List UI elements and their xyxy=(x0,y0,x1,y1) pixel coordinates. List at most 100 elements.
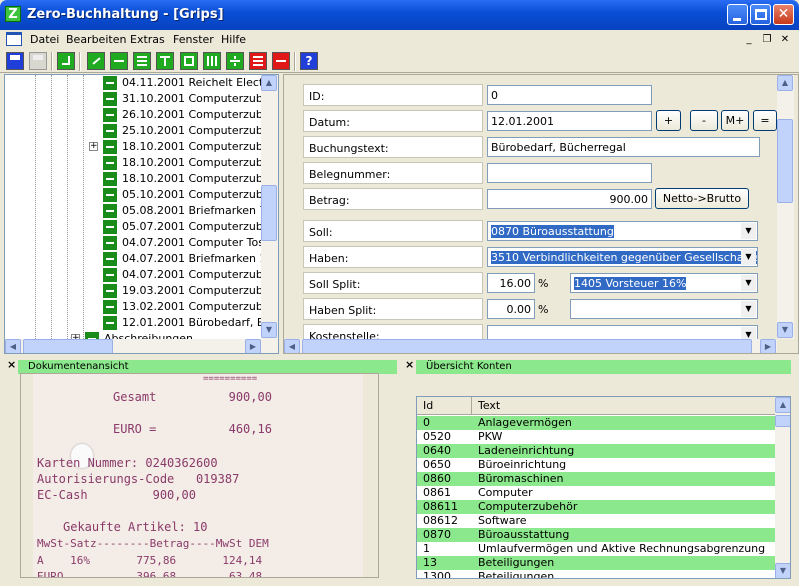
menu-fenster[interactable]: Fenster xyxy=(173,33,214,46)
tree-row[interactable]: 13.02.2001 Computerzubeh xyxy=(5,299,277,315)
scroll-up-icon[interactable]: ▲ xyxy=(775,397,790,413)
tree-row[interactable]: 05.08.2001 Briefmarken 7,2 xyxy=(5,203,277,219)
maximize-button[interactable] xyxy=(750,4,771,25)
close-button[interactable]: ✕ xyxy=(773,4,794,25)
menu-datei[interactable]: Datei xyxy=(30,33,59,46)
scroll-thumb[interactable] xyxy=(777,119,793,203)
buchungstext-field[interactable]: Bürobedarf, Bücherregal xyxy=(487,137,760,157)
id-field[interactable]: 0 xyxy=(487,85,652,105)
scroll-thumb[interactable] xyxy=(261,185,277,241)
date-mplus-button[interactable]: M+ xyxy=(721,110,749,131)
document-window-icon[interactable] xyxy=(6,32,22,46)
tree-row[interactable]: 04.11.2001 Reichelt Electror xyxy=(5,75,278,91)
minimize-button[interactable] xyxy=(727,4,748,25)
table-row[interactable]: 0 Anlagevermögen xyxy=(417,416,775,430)
tree-row[interactable]: 04.07.2001 Briefmarken 11, xyxy=(5,251,277,267)
list-icon[interactable] xyxy=(133,52,151,70)
remove-row-icon[interactable] xyxy=(110,52,128,70)
table-row[interactable]: 0860 Büromaschinen xyxy=(417,472,775,486)
belegnummer-field[interactable] xyxy=(487,163,652,183)
scroll-down-icon[interactable]: ▼ xyxy=(261,322,277,338)
table-row[interactable]: 0520 PKW xyxy=(417,430,775,444)
tree-row[interactable]: 18.10.2001 Computerzubeh xyxy=(5,171,277,187)
scroll-right-icon[interactable]: ▶ xyxy=(245,339,261,353)
chevron-down-icon[interactable]: ▼ xyxy=(741,249,756,265)
table-row[interactable]: 13 Beteiligungen xyxy=(417,556,775,570)
mdi-restore-icon[interactable]: ❐ xyxy=(760,33,774,46)
save-icon[interactable] xyxy=(6,52,24,70)
column-header-text[interactable]: Text xyxy=(478,399,500,412)
scroll-up-icon[interactable]: ▲ xyxy=(378,374,379,390)
date-minus-button[interactable]: - xyxy=(690,110,718,131)
tree-row[interactable]: 31.10.2001 Computerzubeh xyxy=(5,91,277,107)
booking-tree[interactable]: 04.11.2001 Reichelt Electror 31.10.2001 C… xyxy=(4,74,279,354)
chevron-down-icon[interactable]: ▼ xyxy=(741,301,756,317)
tree-horizontal-scrollbar[interactable]: ◀ ▶ xyxy=(5,339,278,353)
expand-icon[interactable]: + xyxy=(89,142,98,151)
soll-split-account-select[interactable]: 1405 Vorsteuer 16% ▼ xyxy=(570,273,758,293)
table-row[interactable]: 0861 Computer xyxy=(417,486,775,500)
frame-icon[interactable] xyxy=(180,52,198,70)
scroll-left-icon[interactable]: ◀ xyxy=(284,339,300,353)
help-icon[interactable]: ? xyxy=(300,52,318,70)
table-row[interactable]: 0650 Büroeinrichtung xyxy=(417,458,775,472)
betrag-field[interactable]: 900.00 xyxy=(487,189,652,209)
soll-select[interactable]: 0870 Büroausstattung ▼ xyxy=(487,221,758,241)
table-row[interactable]: 0870 Büroausstattung xyxy=(417,528,775,542)
scroll-up-icon[interactable]: ▲ xyxy=(261,75,277,91)
tree-row[interactable]: +18.10.2001 Computerzubeh xyxy=(5,139,277,155)
split-icon[interactable] xyxy=(226,52,244,70)
mdi-close-icon[interactable]: ✕ xyxy=(778,33,792,46)
menu-extras[interactable]: Extras xyxy=(130,33,165,46)
tree-row[interactable]: 04.07.2001 Computerzubeh xyxy=(5,267,277,283)
doc-vertical-scrollbar[interactable]: ▲ ▼ xyxy=(378,374,379,578)
scroll-down-icon[interactable]: ▼ xyxy=(777,322,793,338)
tree-row[interactable]: 18.10.2001 Computerzubeh xyxy=(5,155,277,171)
soll-split-field[interactable]: 16.00 xyxy=(487,273,535,293)
menu-hilfe[interactable]: Hilfe xyxy=(221,33,246,46)
table-row[interactable]: 0640 Ladeneinrichtung xyxy=(417,444,775,458)
scroll-right-icon[interactable]: ▶ xyxy=(760,339,776,353)
column-header-id[interactable]: Id xyxy=(423,399,433,412)
scroll-thumb[interactable] xyxy=(302,339,752,353)
tree-row[interactable]: 05.10.2001 Computerzubeh xyxy=(5,187,277,203)
accounts-vertical-scrollbar[interactable]: ▲ ▼ xyxy=(775,397,790,578)
date-equals-button[interactable]: = xyxy=(753,110,777,131)
form-horizontal-scrollbar[interactable]: ◀ ▶ xyxy=(284,339,777,353)
grid-icon[interactable] xyxy=(203,52,221,70)
scroll-up-icon[interactable]: ▲ xyxy=(777,75,793,91)
tree-row[interactable]: 26.10.2001 Computerzubeh xyxy=(5,107,277,123)
column-icon[interactable] xyxy=(156,52,174,70)
menu-bearbeiten[interactable]: Bearbeiten xyxy=(66,33,126,46)
chevron-down-icon[interactable]: ▼ xyxy=(741,223,756,239)
chevron-down-icon[interactable]: ▼ xyxy=(741,275,756,291)
delete-icon[interactable] xyxy=(272,52,290,70)
datum-field[interactable]: 12.01.2001 xyxy=(487,111,652,131)
scroll-thumb[interactable] xyxy=(775,415,790,427)
tree-row[interactable]: 19.03.2001 Computerzubeh xyxy=(5,283,277,299)
date-plus-button[interactable]: + xyxy=(656,110,681,131)
scroll-thumb[interactable] xyxy=(23,339,113,353)
table-row[interactable]: 08611 Computerzubehör xyxy=(417,500,775,514)
haben-split-account-select[interactable]: ▼ xyxy=(570,299,758,319)
tree-row[interactable]: 12.01.2001 Bürobedarf, Büc xyxy=(5,315,277,331)
tree-vertical-scrollbar[interactable]: ▲ ▼ xyxy=(261,75,278,339)
scroll-down-icon[interactable]: ▼ xyxy=(378,562,379,578)
form-vertical-scrollbar[interactable]: ▲ ▼ xyxy=(777,75,794,339)
tree-row[interactable]: 05.07.2001 Computerzubeh xyxy=(5,219,277,235)
scroll-thumb[interactable] xyxy=(378,486,379,526)
haben-select[interactable]: 3510 Verbindlichkeiten gegenüber Gesells… xyxy=(487,247,758,267)
table-row[interactable]: 1 Umlaufvermögen und Aktive Rechnungsabgr… xyxy=(417,542,775,556)
netto-brutto-button[interactable]: Netto->Brutto xyxy=(655,188,749,209)
list-red-icon[interactable] xyxy=(249,52,267,70)
tree-row[interactable]: 25.10.2001 Computerzubeh xyxy=(5,123,277,139)
table-row[interactable]: 08612 Software xyxy=(417,514,775,528)
close-accounts-panel-icon[interactable]: × xyxy=(405,358,414,371)
scroll-left-icon[interactable]: ◀ xyxy=(5,339,21,353)
tree-row[interactable]: 04.07.2001 Computer Toshil xyxy=(5,235,277,251)
enter-icon[interactable] xyxy=(57,52,75,70)
table-row[interactable]: 1300 Beteiligungen xyxy=(417,570,775,578)
edit-icon[interactable] xyxy=(87,52,105,70)
haben-split-field[interactable]: 0.00 xyxy=(487,299,535,319)
mdi-minimize-icon[interactable]: _ xyxy=(742,33,756,46)
